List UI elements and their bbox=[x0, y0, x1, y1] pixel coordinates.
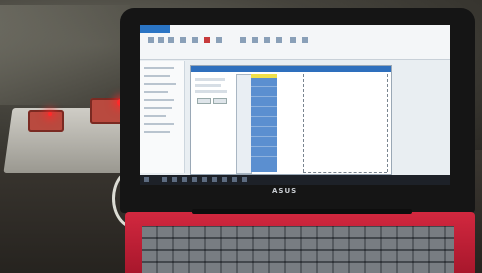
grid-line bbox=[303, 172, 387, 173]
ribbon-icon[interactable] bbox=[240, 37, 246, 43]
robot-left bbox=[28, 110, 64, 132]
cell-separator bbox=[251, 86, 277, 87]
cell-separator bbox=[251, 126, 277, 127]
cell-separator bbox=[251, 116, 277, 117]
nav-item[interactable] bbox=[144, 107, 172, 109]
nav-item[interactable] bbox=[144, 75, 170, 77]
ribbon-icon[interactable] bbox=[302, 37, 308, 43]
cell-separator bbox=[251, 96, 277, 97]
delete-icon[interactable] bbox=[204, 37, 210, 43]
nav-item[interactable] bbox=[144, 99, 174, 101]
data-column bbox=[251, 74, 277, 172]
laptop-keyboard bbox=[142, 226, 454, 273]
taskbar-app-icon[interactable] bbox=[202, 177, 207, 182]
ribbon-icon[interactable] bbox=[216, 37, 222, 43]
laptop-hinge bbox=[192, 209, 412, 214]
dialog-control[interactable] bbox=[195, 84, 221, 87]
ribbon-icon[interactable] bbox=[168, 37, 174, 43]
taskbar-app-icon[interactable] bbox=[212, 177, 217, 182]
nav-item[interactable] bbox=[144, 115, 166, 117]
ribbon-icon[interactable] bbox=[290, 37, 296, 43]
taskbar-app-icon[interactable] bbox=[232, 177, 237, 182]
dialog-control[interactable] bbox=[195, 90, 227, 93]
grid-line bbox=[387, 74, 388, 172]
ribbon-icon[interactable] bbox=[158, 37, 164, 43]
nav-item[interactable] bbox=[144, 91, 168, 93]
windows-taskbar bbox=[140, 175, 450, 185]
taskbar-app-icon[interactable] bbox=[182, 177, 187, 182]
background-machinery bbox=[0, 5, 130, 105]
navigation-pane bbox=[140, 61, 185, 173]
grid-line bbox=[303, 74, 304, 172]
ribbon-icon[interactable] bbox=[264, 37, 270, 43]
dialog-title-bar bbox=[191, 66, 391, 72]
serial-monitor-dialog bbox=[190, 65, 392, 175]
laptop-brand-logo: ASUS bbox=[272, 187, 298, 195]
ribbon-icon[interactable] bbox=[276, 37, 282, 43]
dialog-button[interactable] bbox=[197, 98, 211, 104]
ribbon-icon[interactable] bbox=[252, 37, 258, 43]
ribbon-icon[interactable] bbox=[148, 37, 154, 43]
taskbar-app-icon[interactable] bbox=[162, 177, 167, 182]
start-button-icon[interactable] bbox=[144, 177, 149, 182]
cell-separator bbox=[251, 156, 277, 157]
nav-item[interactable] bbox=[144, 67, 174, 69]
nav-item[interactable] bbox=[144, 83, 176, 85]
laptop-screen bbox=[140, 25, 450, 185]
ribbon-icon[interactable] bbox=[192, 37, 198, 43]
robot-red-led-2 bbox=[48, 112, 52, 116]
selected-cell[interactable] bbox=[251, 74, 277, 78]
taskbar-app-icon[interactable] bbox=[192, 177, 197, 182]
cell-separator bbox=[251, 106, 277, 107]
taskbar-app-icon[interactable] bbox=[242, 177, 247, 182]
cell-separator bbox=[251, 136, 277, 137]
title-tab[interactable] bbox=[140, 25, 170, 33]
dialog-control[interactable] bbox=[195, 78, 225, 81]
nav-item[interactable] bbox=[144, 131, 170, 133]
ribbon-icon[interactable] bbox=[180, 37, 186, 43]
taskbar-app-icon[interactable] bbox=[222, 177, 227, 182]
cell-separator bbox=[251, 146, 277, 147]
dialog-button[interactable] bbox=[213, 98, 227, 104]
nav-item[interactable] bbox=[144, 123, 174, 125]
taskbar-app-icon[interactable] bbox=[172, 177, 177, 182]
row-index-column bbox=[236, 74, 252, 174]
